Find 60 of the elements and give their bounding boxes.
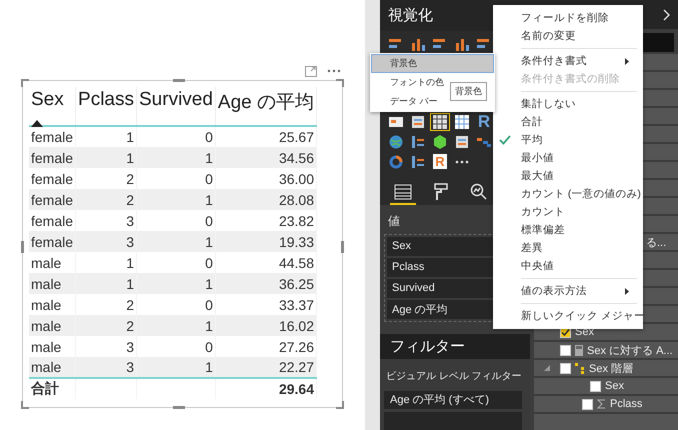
fields-icon: [394, 184, 412, 200]
paint-roller-icon: [434, 182, 448, 201]
expand-triangle-icon[interactable]: [544, 365, 550, 371]
sigma-icon: [597, 399, 606, 409]
field-row[interactable]: Sex に対する A...: [534, 342, 678, 358]
field-label: Pclass: [610, 398, 642, 410]
field-row[interactable]: Sex 階層: [534, 360, 678, 376]
col-visual-icon[interactable]: [410, 36, 426, 52]
kpi-visual-icon[interactable]: [410, 134, 426, 150]
field-label: る...: [646, 236, 666, 250]
field-row[interactable]: Pclass: [534, 396, 678, 412]
r-visual-icon[interactable]: R: [474, 112, 494, 131]
table-cell: male: [29, 357, 76, 378]
checkbox[interactable]: [560, 344, 571, 356]
checkbox[interactable]: [582, 398, 593, 410]
submenu-arrow-icon: [625, 58, 629, 65]
checkmark-icon: [499, 135, 511, 145]
field-row[interactable]: [534, 414, 678, 430]
field-label: Sex: [605, 380, 624, 392]
checkbox[interactable]: [560, 362, 571, 374]
menu-item[interactable]: 合計: [493, 113, 643, 131]
donut-visual-icon[interactable]: [388, 154, 404, 170]
hierarchy-icon: [575, 362, 585, 374]
matrix-visual-icon[interactable]: [454, 114, 470, 130]
field-row[interactable]: Sex: [534, 378, 678, 394]
globe-visual-icon[interactable]: [388, 134, 404, 150]
menu-item[interactable]: カウント: [493, 203, 643, 221]
table-cell: 22.27: [215, 357, 317, 378]
menu-item[interactable]: 標準偏差: [493, 221, 643, 239]
menu-item[interactable]: 条件付き書式: [493, 52, 643, 70]
field-label: Sex に対する A...: [587, 344, 673, 358]
filters-title: フィルター: [380, 334, 530, 359]
col-visual-icon[interactable]: [454, 36, 470, 52]
total-label: 合計: [29, 378, 76, 399]
calculator-icon: [575, 344, 583, 356]
checkbox[interactable]: [590, 380, 601, 392]
chevron-right-icon[interactable]: [663, 8, 670, 21]
total-value: 29.64: [215, 378, 317, 399]
table-visual-icon[interactable]: [432, 114, 448, 130]
focus-mode-icon[interactable]: [305, 66, 317, 76]
menu-item[interactable]: 平均: [493, 131, 643, 149]
slicer-visual-icon[interactable]: [454, 134, 470, 150]
submenu-arrow-icon: [625, 288, 629, 295]
table-cell: 3: [76, 357, 136, 378]
magnifier-chart-icon: [470, 182, 488, 201]
filter-item[interactable]: Age の平均 (すべて): [384, 390, 522, 409]
filter-section-label: ビジュアル レベル フィルター: [386, 370, 522, 383]
menu-item[interactable]: カウント (一意の値のみ): [493, 185, 643, 203]
submenu-item[interactable]: 背景色: [371, 54, 494, 73]
menu-item[interactable]: 最小値: [493, 149, 643, 167]
kpi-visual-icon[interactable]: [410, 154, 426, 170]
field-label: Sex 階層: [589, 362, 634, 376]
tooltip: 背景色: [450, 82, 487, 101]
menu-item[interactable]: 最大値: [493, 167, 643, 185]
table-cell: 1: [136, 357, 216, 378]
slicer-visual-icon[interactable]: [410, 114, 426, 130]
menu-item[interactable]: 集計しない: [493, 95, 643, 113]
more-options-icon[interactable]: [327, 69, 341, 73]
values-label: 値: [388, 212, 400, 230]
hex-visual-icon[interactable]: [432, 134, 448, 150]
